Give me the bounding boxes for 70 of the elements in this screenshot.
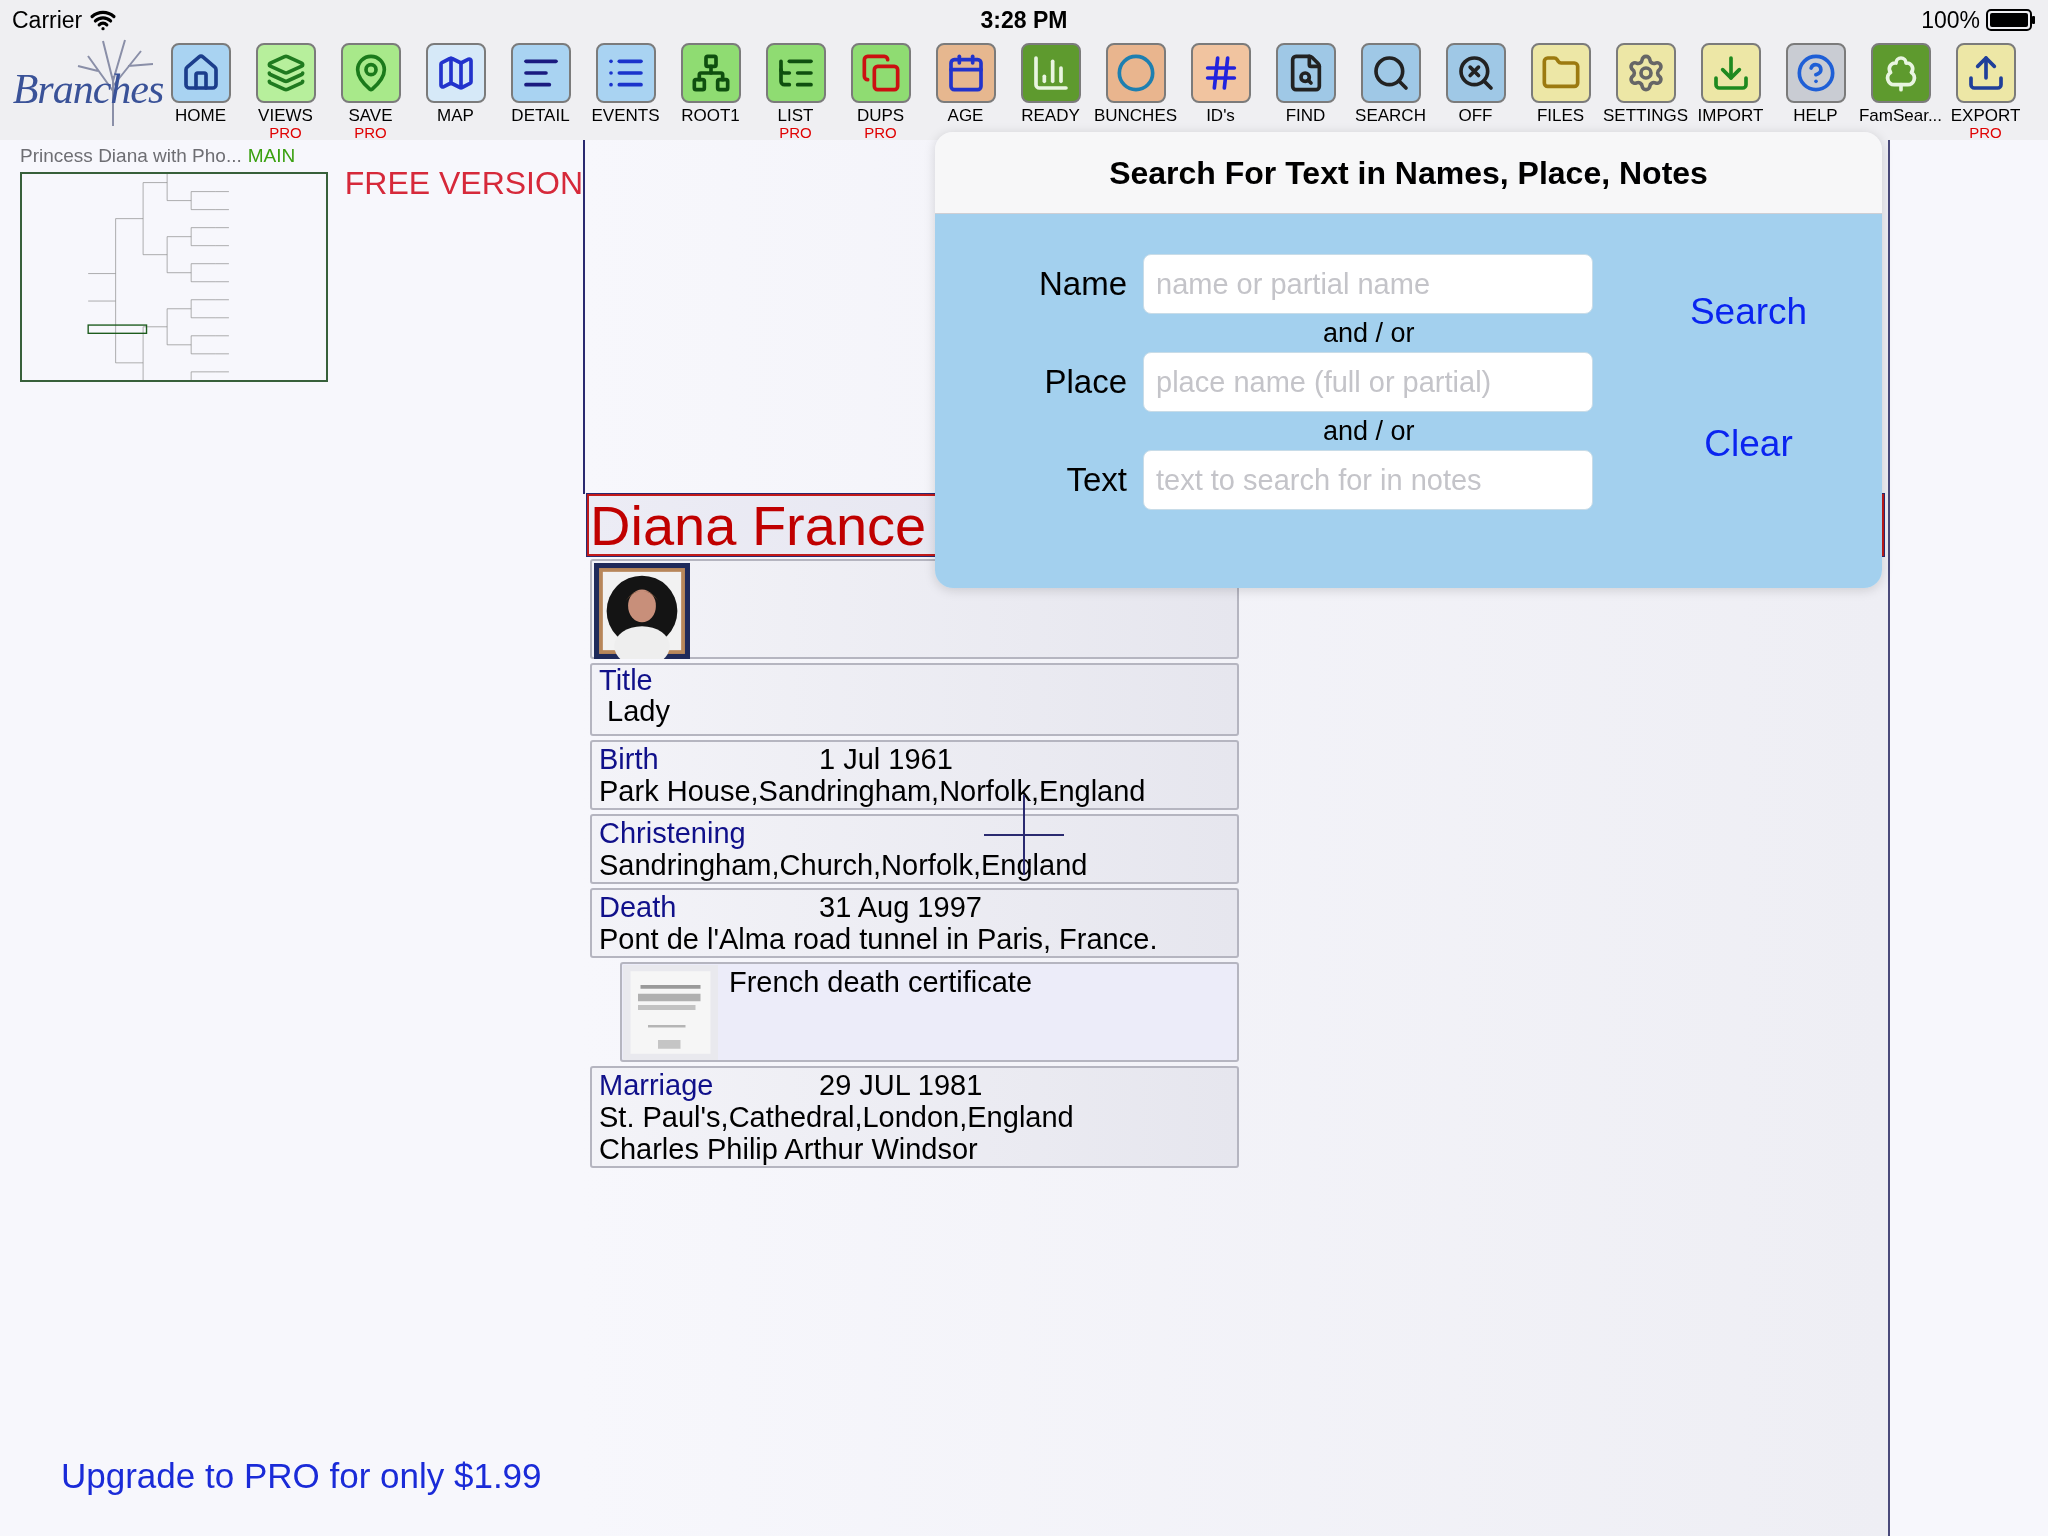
- carrier-label: Carrier: [12, 5, 83, 35]
- map-icon: [425, 43, 486, 103]
- search-icon: [1360, 43, 1421, 103]
- event-place: St. Paul's,Cathedral,London,England: [599, 1101, 1075, 1133]
- toolbar-button[interactable]: READY: [1008, 40, 1093, 140]
- calendar-icon: [935, 43, 996, 103]
- event-label: Birth: [599, 743, 660, 775]
- list-icon: [595, 43, 656, 103]
- battery-percent: 100%: [1921, 5, 1980, 35]
- toolbar-button[interactable]: SAVE PRO: [328, 40, 413, 140]
- download-icon: [1700, 43, 1761, 103]
- fact-value: Lady: [606, 696, 671, 727]
- event-date: 1 Jul 1961: [819, 743, 953, 775]
- search-input-field[interactable]: text to search for in notes: [1143, 450, 1593, 510]
- upgrade-link[interactable]: Upgrade to PRO for only $1.99: [61, 1455, 542, 1495]
- person-name: Diana France: [589, 496, 927, 554]
- popover-title: Search For Text in Names, Place, Notes: [1109, 153, 1708, 193]
- toolbar-button[interactable]: LIST PRO: [753, 40, 838, 140]
- house-icon: [170, 43, 231, 103]
- search-button[interactable]: Search: [1689, 284, 1808, 340]
- event-label: Death: [599, 891, 678, 923]
- tree-chart-icon: [680, 43, 741, 103]
- free-version-label: FREE VERSION: [344, 164, 583, 203]
- event-label: Marriage: [599, 1069, 715, 1101]
- tree-icon: [1870, 43, 1931, 103]
- magnifier-crossed-icon: [1445, 43, 1506, 103]
- field-label: Name: [1037, 264, 1128, 305]
- field-label: Place: [1043, 362, 1128, 403]
- upload-icon: [1955, 43, 2016, 103]
- toolbar-button[interactable]: FILES: [1518, 40, 1603, 140]
- event-place: Pont de l'Alma road tunnel in Paris, France.: [599, 923, 1159, 955]
- event-label: Christening: [599, 817, 747, 849]
- copy-icon: [850, 43, 911, 103]
- toolbar-button[interactable]: DUPS PRO: [838, 40, 923, 140]
- toolbar-button[interactable]: DETAIL: [498, 40, 583, 140]
- fact-label: Title: [599, 665, 654, 696]
- toolbar-button[interactable]: OFF: [1433, 40, 1518, 140]
- toolbar-button[interactable]: HELP: [1773, 40, 1858, 140]
- toolbar-button[interactable]: FIND: [1263, 40, 1348, 140]
- pushpin-icon: [340, 43, 401, 103]
- clear-button[interactable]: Clear: [1704, 415, 1793, 471]
- battery-icon: [1986, 9, 2036, 31]
- toolbar-button[interactable]: EXPORT PRO: [1943, 40, 2028, 140]
- toolbar-button[interactable]: AGE: [923, 40, 1008, 140]
- folder-icon: [1530, 43, 1591, 103]
- hash-icon: [1190, 43, 1251, 103]
- tree-title: Princess Diana with Pho...: [20, 145, 242, 167]
- status-time: 3:28 PM: [980, 5, 1068, 35]
- and-or-label: and / or: [1323, 316, 1415, 350]
- list-tree-icon: [765, 43, 826, 103]
- event-date: 29 JUL 1981: [819, 1069, 983, 1101]
- toolbar-button[interactable]: ROOT1: [668, 40, 753, 140]
- spouse-name: Charles Philip Arthur Windsor: [599, 1133, 979, 1165]
- field-label: Text: [1065, 460, 1128, 501]
- main-tag: MAIN: [247, 145, 296, 167]
- magnifier-document-icon: [1275, 43, 1336, 103]
- toolbar-button[interactable]: EVENTS: [583, 40, 668, 140]
- search-input-field[interactable]: name or partial name: [1143, 254, 1593, 314]
- bar-chart-icon: [1020, 43, 1081, 103]
- event-place: Park House,Sandringham,Norfolk,England: [599, 775, 1147, 807]
- toolbar-button[interactable]: VIEWS PRO: [243, 40, 328, 140]
- settings-icon: [1615, 43, 1676, 103]
- and-or-label: and / or: [1323, 414, 1415, 448]
- toolbar-button[interactable]: FamSear...: [1858, 40, 1943, 140]
- search-input-field[interactable]: place name (full or partial): [1143, 352, 1593, 412]
- help-icon: [1785, 43, 1846, 103]
- toolbar-button[interactable]: MAP: [413, 40, 498, 140]
- event-date: 31 Aug 1997: [819, 891, 982, 923]
- media-caption: French death certificate: [729, 965, 1033, 999]
- toolbar-button[interactable]: ID's: [1178, 40, 1263, 140]
